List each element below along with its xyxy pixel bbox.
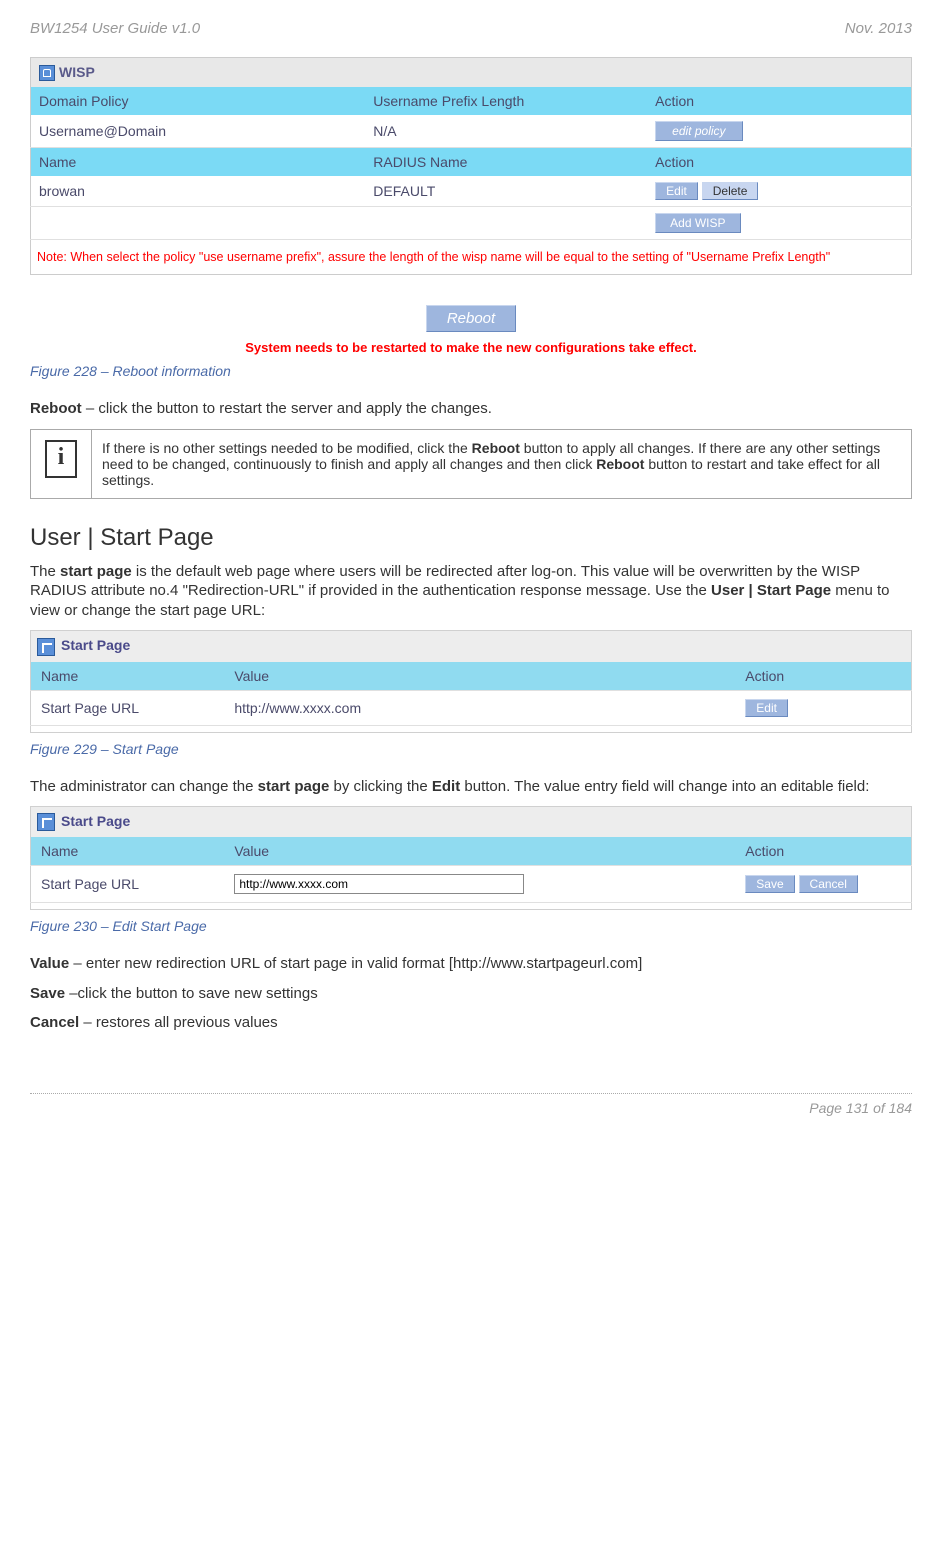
sp-url-value: http://www.xxxx.com: [224, 690, 735, 725]
admin-text: The administrator can change the start p…: [30, 777, 912, 797]
doc-title: BW1254 User Guide v1.0: [30, 20, 200, 37]
save-label: Save: [30, 985, 65, 1002]
value-description: Value – enter new redirection URL of sta…: [30, 954, 912, 974]
reboot-desc-text: – click the button to restart the server…: [82, 400, 492, 417]
reboot-button[interactable]: Reboot: [426, 305, 516, 332]
edit-button[interactable]: Edit: [655, 182, 698, 200]
info-box: i If there is no other settings needed t…: [30, 429, 912, 499]
sp-edit-button[interactable]: Edit: [745, 699, 788, 717]
page-header: BW1254 User Guide v1.0 Nov. 2013: [30, 20, 912, 37]
cancel-button[interactable]: Cancel: [799, 875, 858, 893]
sp-col-action: Action: [735, 662, 911, 691]
value-text: – enter new redirection URL of start pag…: [69, 955, 642, 972]
panel-title: WISP: [59, 64, 95, 80]
cancel-label: Cancel: [30, 1014, 79, 1031]
sp-col-name: Name: [31, 662, 225, 691]
wisp-note: Note: When select the policy "use userna…: [31, 240, 912, 275]
url-input[interactable]: [234, 874, 524, 894]
info-box-text: If there is no other settings needed to …: [92, 429, 912, 498]
sp-title-2: Start Page: [61, 813, 130, 829]
startpage-edit-table: Start Page Name Value Action Start Page …: [30, 806, 912, 910]
cancel-text: – restores all previous values: [79, 1014, 277, 1031]
page-icon: [37, 638, 55, 656]
page-footer: Page 131 of 184: [30, 1093, 912, 1116]
radius-name-value: DEFAULT: [365, 176, 647, 207]
reboot-label: Reboot: [30, 400, 82, 417]
sp-col-value: Value: [224, 662, 735, 691]
save-text: –click the button to save new settings: [65, 985, 318, 1002]
reboot-description: Reboot – click the button to restart the…: [30, 399, 912, 419]
delete-button[interactable]: Delete: [702, 182, 759, 200]
sp2-col-name: Name: [31, 837, 225, 866]
reboot-section: Reboot System needs to be restarted to m…: [30, 305, 912, 355]
page-icon-2: [37, 813, 55, 831]
wisp-name-value: browan: [31, 176, 366, 207]
value-label: Value: [30, 955, 69, 972]
cancel-description: Cancel – restores all previous values: [30, 1013, 912, 1033]
domain-policy-value: Username@Domain: [31, 115, 366, 148]
figure-229-caption: Figure 229 – Start Page: [30, 741, 912, 757]
prefix-length-value: N/A: [365, 115, 647, 148]
save-description: Save –click the button to save new setti…: [30, 984, 912, 1004]
doc-date: Nov. 2013: [845, 20, 912, 37]
col-domain-policy: Domain Policy: [31, 87, 366, 115]
sp-name-value: Start Page URL: [31, 690, 225, 725]
sp2-col-value: Value: [224, 837, 735, 866]
section-heading: User | Start Page: [30, 524, 912, 552]
sp-title: Start Page: [61, 637, 130, 653]
panel-icon: [39, 65, 55, 81]
col-action-2: Action: [647, 148, 911, 177]
figure-228-caption: Figure 228 – Reboot information: [30, 363, 912, 379]
edit-policy-button[interactable]: edit policy: [655, 121, 742, 141]
reboot-message: System needs to be restarted to make the…: [30, 340, 912, 355]
col-action: Action: [647, 87, 911, 115]
figure-230-caption: Figure 230 – Edit Start Page: [30, 918, 912, 934]
col-name: Name: [31, 148, 366, 177]
add-wisp-button[interactable]: Add WISP: [655, 213, 740, 233]
startpage-view-table: Start Page Name Value Action Start Page …: [30, 630, 912, 732]
info-icon: i: [45, 440, 77, 478]
col-prefix-length: Username Prefix Length: [365, 87, 647, 115]
wisp-panel: WISP Domain Policy Username Prefix Lengt…: [30, 57, 912, 275]
sp2-name-value: Start Page URL: [31, 866, 225, 903]
col-radius-name: RADIUS Name: [365, 148, 647, 177]
save-button[interactable]: Save: [745, 875, 794, 893]
startpage-intro: The start page is the default web page w…: [30, 562, 912, 621]
sp2-col-action: Action: [735, 837, 911, 866]
